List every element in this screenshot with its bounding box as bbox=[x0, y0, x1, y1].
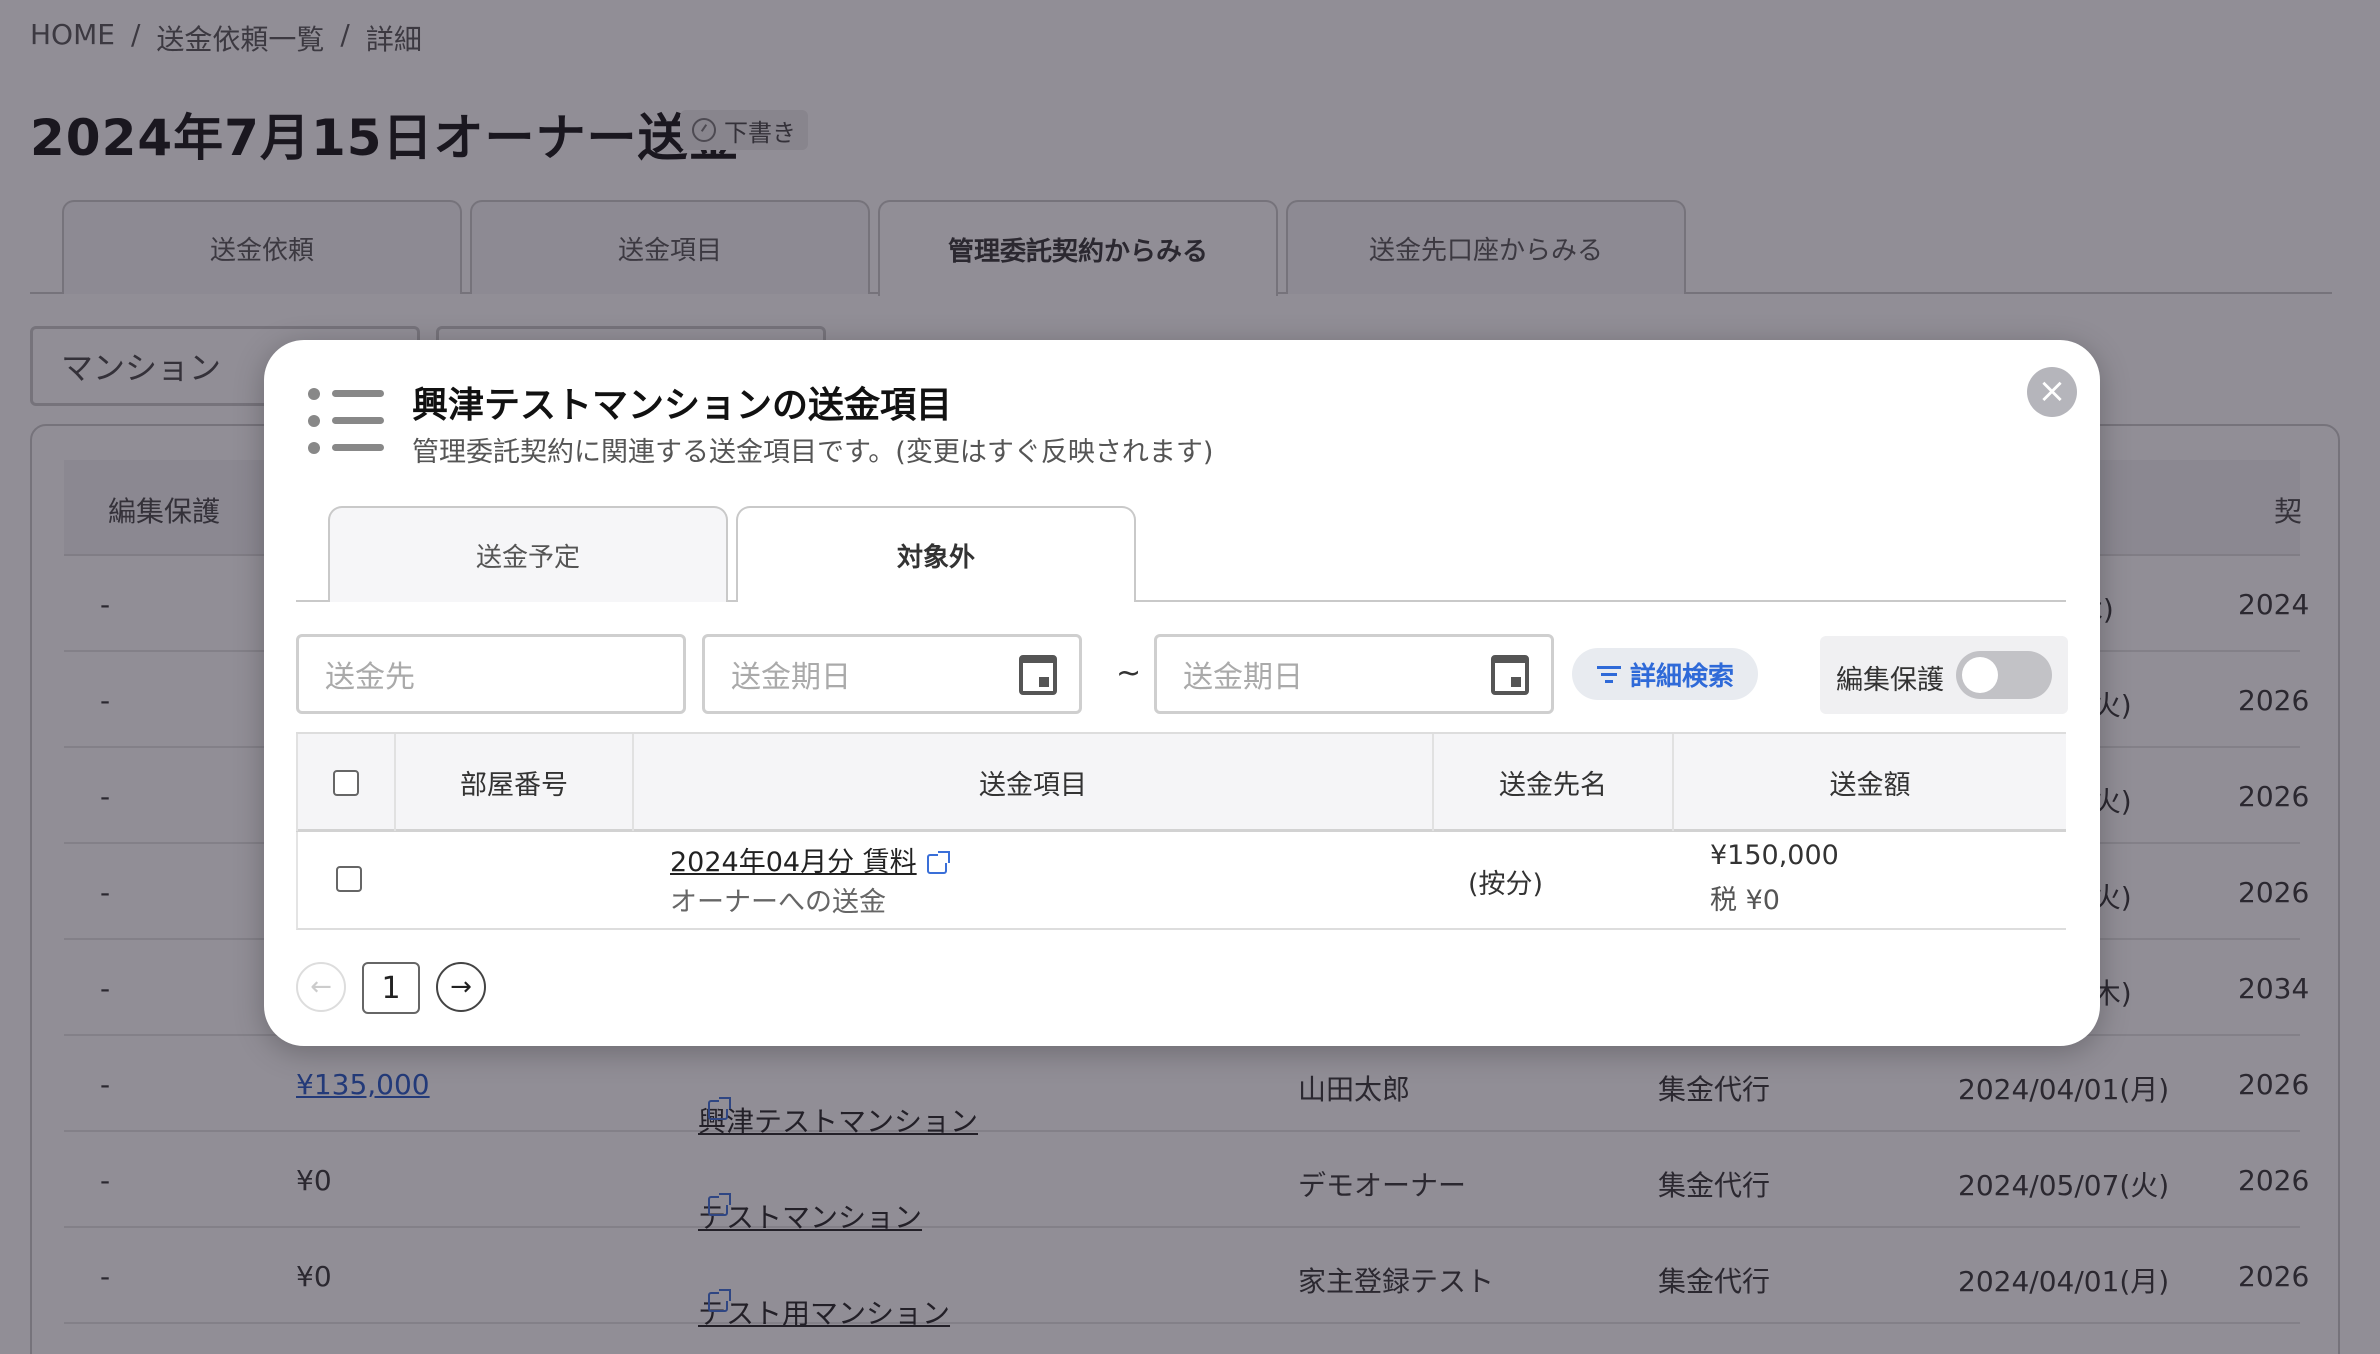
edit-protect-filter: 編集保護 bbox=[1820, 636, 2068, 714]
date-from-placeholder: 送金期日 bbox=[731, 660, 851, 695]
item-link[interactable]: 2024年04月分 賃料 bbox=[670, 847, 917, 878]
modal-tabs: 送金予定 対象外 bbox=[296, 506, 2066, 602]
advanced-search-label: 詳細検索 bbox=[1629, 661, 1734, 692]
external-link-icon[interactable] bbox=[926, 850, 950, 874]
edit-protect-label: 編集保護 bbox=[1836, 665, 1944, 696]
prev-page-button[interactable]: ← bbox=[296, 962, 346, 1012]
current-page[interactable]: 1 bbox=[362, 962, 420, 1014]
calendar-icon[interactable] bbox=[1491, 655, 1529, 695]
cell-tax: 税 ¥0 bbox=[1710, 885, 1780, 916]
date-to-input[interactable]: 送金期日 bbox=[1154, 634, 1554, 714]
item-cell: 2024年04月分 賃料 bbox=[670, 840, 950, 879]
filter-icon bbox=[1596, 664, 1622, 684]
advanced-search-button[interactable]: 詳細検索 bbox=[1572, 648, 1758, 700]
cell-amount: ¥150,000 bbox=[1710, 840, 1839, 871]
header-room: 部屋番号 bbox=[396, 734, 634, 831]
row-checkbox[interactable] bbox=[336, 866, 362, 892]
item-subtext: オーナーへの送金 bbox=[670, 887, 886, 918]
header-select-all bbox=[296, 734, 396, 831]
remittance-items-modal: 興津テストマンションの送金項目 管理委託契約に関連する送金項目です。(変更はすぐ… bbox=[264, 340, 2100, 1046]
edit-protect-toggle[interactable] bbox=[1956, 651, 2052, 699]
date-from-input[interactable]: 送金期日 bbox=[702, 634, 1082, 714]
header-item: 送金項目 bbox=[634, 734, 1434, 831]
tab-excluded[interactable]: 対象外 bbox=[736, 506, 1136, 602]
modal-subtitle: 管理委託契約に関連する送金項目です。(変更はすぐ反映されます) bbox=[412, 437, 1214, 468]
calendar-icon[interactable] bbox=[1019, 655, 1057, 695]
table-row[interactable]: 2024年04月分 賃料 オーナーへの送金 (按分) ¥150,000 税 ¥0 bbox=[296, 832, 2066, 930]
close-button[interactable]: × bbox=[2027, 367, 2077, 417]
list-icon bbox=[308, 384, 384, 460]
tab-scheduled[interactable]: 送金予定 bbox=[328, 506, 728, 602]
select-all-checkbox[interactable] bbox=[333, 769, 359, 796]
table-header: 部屋番号 送金項目 送金先名 送金額 bbox=[296, 732, 2066, 832]
header-recipient: 送金先名 bbox=[1434, 734, 1674, 831]
date-to-placeholder: 送金期日 bbox=[1183, 660, 1303, 695]
next-page-button[interactable]: → bbox=[436, 962, 486, 1012]
recipient-search-input[interactable]: 送金先 bbox=[296, 634, 686, 714]
modal-title: 興津テストマンションの送金項目 bbox=[412, 385, 953, 426]
date-range-separator: ~ bbox=[1116, 656, 1142, 691]
header-amount: 送金額 bbox=[1829, 770, 1911, 801]
cell-recipient: (按分) bbox=[1468, 869, 1544, 900]
